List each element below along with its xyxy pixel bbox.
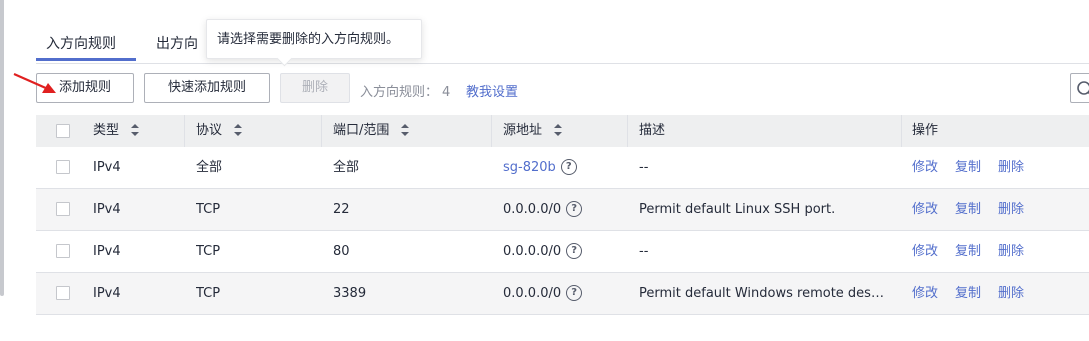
column-port-label: 端口/范围 bbox=[333, 123, 390, 138]
column-operations: 操作 bbox=[912, 115, 938, 147]
row-checkbox[interactable] bbox=[56, 244, 70, 258]
column-divider bbox=[901, 115, 902, 147]
rule-count-label: 入方向规则： bbox=[360, 85, 439, 100]
red-arrow-icon bbox=[13, 72, 56, 93]
cell-type: IPv4 bbox=[93, 286, 121, 301]
row-checkbox[interactable] bbox=[56, 202, 70, 216]
delete-rules-button[interactable]: 删除 bbox=[280, 73, 350, 103]
cell-description: Permit default Linux SSH port. bbox=[639, 202, 836, 217]
edit-rule-link[interactable]: 修改 bbox=[912, 273, 938, 314]
source-address: 0.0.0.0/0 bbox=[503, 202, 562, 217]
column-type[interactable]: 类型 bbox=[93, 115, 140, 147]
source-address: 0.0.0.0/0 bbox=[503, 286, 562, 301]
column-divider bbox=[184, 115, 185, 147]
column-description: 描述 bbox=[639, 115, 665, 147]
cell-source: 0.0.0.0/0? bbox=[503, 231, 583, 272]
edit-rule-link[interactable]: 修改 bbox=[912, 189, 938, 230]
tab-inbound-rules[interactable]: 入方向规则 bbox=[46, 34, 116, 54]
cell-protocol: TCP bbox=[196, 244, 221, 259]
column-operations-label: 操作 bbox=[912, 123, 939, 138]
search-input[interactable] bbox=[1070, 73, 1089, 103]
delete-rule-link[interactable]: 删除 bbox=[998, 231, 1024, 272]
cell-port: 全部 bbox=[333, 160, 360, 175]
copy-rule-link[interactable]: 复制 bbox=[955, 231, 981, 272]
column-protocol-label: 协议 bbox=[196, 123, 223, 138]
column-description-label: 描述 bbox=[639, 123, 666, 138]
table-row: IPv4 全部 全部 sg-820b? -- 修改 复制 删除 bbox=[36, 147, 1089, 189]
help-setup-link[interactable]: 教我设置 bbox=[466, 81, 518, 100]
delete-rule-link[interactable]: 删除 bbox=[998, 273, 1024, 314]
edit-rule-link[interactable]: 修改 bbox=[912, 231, 938, 272]
cell-type: IPv4 bbox=[93, 160, 121, 175]
sort-icon[interactable] bbox=[131, 123, 140, 136]
delete-rule-link[interactable]: 删除 bbox=[998, 189, 1024, 230]
tab-outbound-rules[interactable]: 出方向 bbox=[156, 34, 198, 54]
copy-rule-link[interactable]: 复制 bbox=[955, 273, 981, 314]
cell-description: -- bbox=[639, 160, 649, 175]
sort-icon[interactable] bbox=[554, 123, 563, 136]
question-circle-icon[interactable]: ? bbox=[566, 284, 583, 301]
row-checkbox[interactable] bbox=[56, 286, 70, 300]
column-source-label: 源地址 bbox=[503, 123, 543, 138]
source-address: 0.0.0.0/0 bbox=[503, 244, 562, 259]
cell-description: Permit default Windows remote deskt... bbox=[639, 286, 889, 301]
tooltip-text: 请选择需要删除的入方向规则。 bbox=[217, 32, 400, 47]
sort-icon[interactable] bbox=[401, 123, 410, 136]
column-type-label: 类型 bbox=[93, 123, 120, 138]
cell-port: 22 bbox=[333, 202, 350, 217]
rule-count-value: 4 bbox=[442, 85, 451, 100]
cell-protocol: TCP bbox=[196, 202, 221, 217]
quick-add-rule-button[interactable]: 快速添加规则 bbox=[144, 73, 270, 103]
cell-source: 0.0.0.0/0? bbox=[503, 273, 583, 314]
cell-type: IPv4 bbox=[93, 244, 121, 259]
copy-rule-link[interactable]: 复制 bbox=[955, 147, 981, 188]
copy-rule-link[interactable]: 复制 bbox=[955, 189, 981, 230]
delete-rule-link[interactable]: 删除 bbox=[998, 147, 1024, 188]
search-icon[interactable] bbox=[1076, 80, 1089, 98]
delete-hint-tooltip: 请选择需要删除的入方向规则。 bbox=[206, 19, 422, 67]
cell-port: 3389 bbox=[333, 286, 367, 301]
question-circle-icon[interactable]: ? bbox=[566, 242, 583, 259]
cell-type: IPv4 bbox=[93, 202, 121, 217]
rule-direction-tabs: 入方向规则 出方向 bbox=[36, 20, 1089, 64]
column-divider bbox=[321, 115, 322, 147]
left-scroll-edge bbox=[0, 0, 4, 296]
cell-description: -- bbox=[639, 244, 649, 259]
active-tab-indicator bbox=[36, 58, 136, 61]
column-divider bbox=[627, 115, 628, 147]
cell-port: 80 bbox=[333, 244, 350, 259]
table-row: IPv4 TCP 80 0.0.0.0/0? -- 修改 复制 删除 bbox=[36, 231, 1089, 273]
select-all-checkbox[interactable] bbox=[56, 124, 70, 138]
security-group-link[interactable]: sg-820b bbox=[503, 160, 556, 175]
cell-protocol: 全部 bbox=[196, 160, 223, 175]
inbound-rule-count: 入方向规则： 4 bbox=[360, 81, 450, 100]
table-row: IPv4 TCP 3389 0.0.0.0/0? Permit default … bbox=[36, 273, 1089, 315]
question-circle-icon[interactable]: ? bbox=[566, 200, 583, 217]
column-source[interactable]: 源地址 bbox=[503, 115, 563, 147]
table-header: 类型 协议 端口/范围 源地址 描述 操作 bbox=[36, 115, 1089, 147]
column-divider bbox=[491, 115, 492, 147]
inbound-rules-table: 类型 协议 端口/范围 源地址 描述 操作 IPv4 全部 全部 sg-820b… bbox=[36, 115, 1089, 315]
table-row: IPv4 TCP 22 0.0.0.0/0? Permit default Li… bbox=[36, 189, 1089, 231]
edit-rule-link[interactable]: 修改 bbox=[912, 147, 938, 188]
column-protocol[interactable]: 协议 bbox=[196, 115, 243, 147]
cell-source: 0.0.0.0/0? bbox=[503, 189, 583, 230]
cell-source: sg-820b? bbox=[503, 147, 577, 188]
column-port[interactable]: 端口/范围 bbox=[333, 115, 410, 147]
row-checkbox[interactable] bbox=[56, 160, 70, 174]
question-circle-icon[interactable]: ? bbox=[560, 158, 577, 175]
sort-icon[interactable] bbox=[234, 123, 243, 136]
cell-protocol: TCP bbox=[196, 286, 221, 301]
